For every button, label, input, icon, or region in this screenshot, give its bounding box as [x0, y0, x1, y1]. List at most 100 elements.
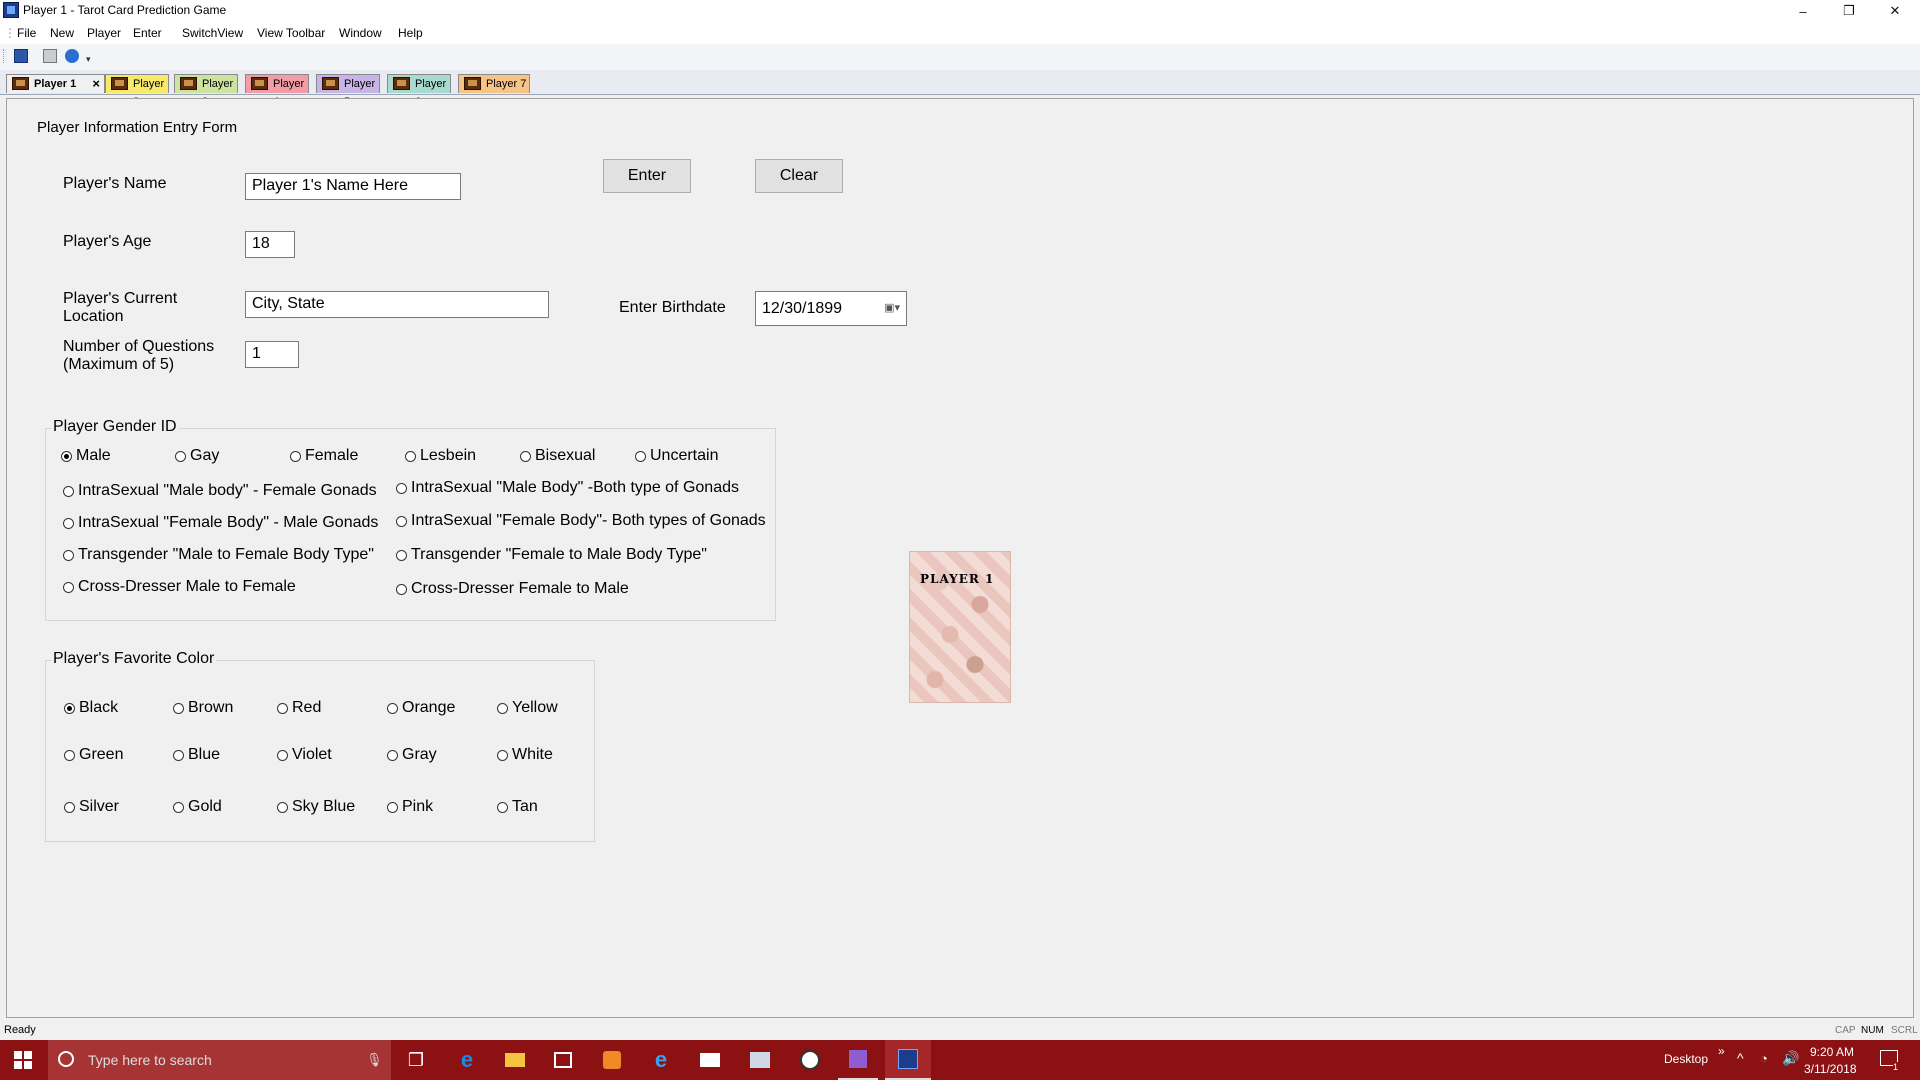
calendar-dropdown-icon[interactable]: ▣▾	[884, 301, 900, 314]
color-orange-radio[interactable]: Orange	[387, 699, 455, 717]
age-field[interactable]: 18	[245, 231, 295, 258]
player-tab-icon	[322, 77, 339, 90]
tab-player-5[interactable]: Player 5	[316, 74, 380, 108]
color-blue-radio[interactable]: Blue	[173, 746, 220, 764]
color-brown-radio[interactable]: Brown	[173, 699, 233, 717]
minimize-button[interactable]: –	[1780, 0, 1826, 22]
player-tab-icon	[111, 77, 128, 90]
print-icon[interactable]	[43, 49, 57, 63]
form-panel: Player Information Entry Form Player's N…	[6, 98, 1914, 1018]
window-title: Player 1 - Tarot Card Prediction Game	[23, 3, 227, 17]
tab-close-icon[interactable]: ×	[92, 75, 100, 93]
menu-file[interactable]: File	[17, 26, 36, 40]
form-title: Player Information Entry Form	[37, 119, 238, 136]
restore-button[interactable]: ❐	[1826, 0, 1872, 22]
remote-desktop-icon[interactable]	[740, 1040, 780, 1080]
menu-player[interactable]: Player	[87, 26, 121, 40]
questions-field[interactable]: 1	[245, 341, 299, 368]
gender-gay-radio[interactable]: Gay	[175, 447, 219, 465]
menu-switchview[interactable]: SwitchView	[182, 26, 243, 40]
edge-icon[interactable]: e	[447, 1040, 487, 1080]
visual-studio-icon[interactable]	[838, 1040, 878, 1080]
media-app-icon[interactable]	[592, 1040, 632, 1080]
tab-player-2[interactable]: Player 2	[105, 74, 169, 108]
radio-label: Green	[79, 746, 124, 763]
gender-intrasexual-male-body-both-radio[interactable]: IntraSexual "Male Body" -Both type of Go…	[396, 479, 739, 497]
internet-explorer-icon[interactable]: e	[641, 1040, 681, 1080]
clear-button[interactable]: Clear	[755, 159, 843, 193]
menu-enter[interactable]: Enter	[133, 26, 162, 40]
color-gold-radio[interactable]: Gold	[173, 798, 222, 816]
clock-date[interactable]: 3/11/2018	[1804, 1062, 1857, 1076]
radio-indicator	[497, 749, 508, 761]
color-white-radio[interactable]: White	[497, 746, 553, 764]
radio-indicator	[520, 450, 531, 462]
status-bar: Ready CAP NUM SCRL	[0, 1020, 1920, 1040]
color-violet-radio[interactable]: Violet	[277, 746, 332, 764]
gender-intrasexual-female-body-male-gonads-radio[interactable]: IntraSexual "Female Body" - Male Gonads	[63, 514, 378, 532]
gender-intrasexual-male-body-female-gonads-radio[interactable]: IntraSexual "Male body" - Female Gonads	[63, 482, 377, 500]
volume-icon[interactable]: 🔊	[1782, 1050, 1799, 1067]
menu-grip: ⋮	[4, 26, 16, 40]
gender-transgender-mtf-radio[interactable]: Transgender "Male to Female Body Type"	[63, 546, 374, 564]
gender-lesbein-radio[interactable]: Lesbein	[405, 447, 476, 465]
gender-male-radio[interactable]: Male	[61, 447, 111, 465]
dropdown-icon[interactable]: ▾	[86, 54, 94, 68]
gender-transgender-ftm-radio[interactable]: Transgender "Female to Male Body Type"	[396, 546, 707, 564]
show-hidden-icons-icon[interactable]: ^	[1737, 1050, 1744, 1066]
gender-female-radio[interactable]: Female	[290, 447, 358, 465]
gender-bisexual-radio[interactable]: Bisexual	[520, 447, 595, 465]
radio-indicator	[64, 801, 75, 813]
gender-intrasexual-female-body-both-radio[interactable]: IntraSexual "Female Body"- Both types of…	[396, 512, 766, 530]
tab-player-7[interactable]: Player 7	[458, 74, 530, 93]
tarot-app-icon[interactable]	[885, 1040, 931, 1080]
close-button[interactable]: ✕	[1872, 0, 1918, 22]
enter-button[interactable]: Enter	[603, 159, 691, 193]
windows-icon	[14, 1051, 32, 1069]
color-pink-radio[interactable]: Pink	[387, 798, 433, 816]
color-sky-blue-radio[interactable]: Sky Blue	[277, 798, 355, 816]
menu-view-toolbar[interactable]: View Toolbar	[257, 26, 325, 40]
gender-uncertain-radio[interactable]: Uncertain	[635, 447, 718, 465]
tab-player-4[interactable]: Player 4	[245, 74, 309, 108]
color-green-radio[interactable]: Green	[64, 746, 123, 764]
location-field[interactable]: City, State	[245, 291, 549, 318]
mail-icon[interactable]	[690, 1040, 730, 1080]
color-silver-radio[interactable]: Silver	[64, 798, 119, 816]
save-icon[interactable]	[14, 49, 28, 63]
help-icon[interactable]	[65, 49, 79, 63]
clock-time[interactable]: 9:20 AM	[1810, 1045, 1854, 1059]
color-black-radio[interactable]: Black	[64, 699, 118, 717]
network-icon[interactable]: ◔	[1760, 1051, 1768, 1066]
radio-label: Gay	[190, 447, 220, 464]
menu-window[interactable]: Window	[339, 26, 382, 40]
tab-player-6[interactable]: Player 6	[387, 74, 451, 108]
radio-indicator	[635, 450, 646, 462]
start-button[interactable]	[0, 1040, 46, 1080]
color-tan-radio[interactable]: Tan	[497, 798, 538, 816]
search-box[interactable]: Type here to search 🎙	[48, 1040, 391, 1080]
radio-indicator	[497, 702, 508, 714]
favorite-color-group-title: Player's Favorite Color	[51, 650, 217, 668]
menu-help[interactable]: Help	[398, 26, 423, 40]
name-field[interactable]: Player 1's Name Here	[245, 173, 461, 200]
gender-cross-dresser-mtf-radio[interactable]: Cross-Dresser Male to Female	[63, 578, 296, 596]
gender-cross-dresser-ftm-radio[interactable]: Cross-Dresser Female to Male	[396, 580, 629, 598]
tab-player-3[interactable]: Player 3	[174, 74, 238, 108]
task-view-icon[interactable]: ❐	[396, 1040, 436, 1080]
file-explorer-icon[interactable]	[495, 1040, 535, 1080]
microphone-icon[interactable]: 🎙	[366, 1052, 383, 1068]
radio-indicator	[64, 702, 75, 714]
tab-player-1[interactable]: Player 1 ×	[6, 74, 105, 93]
taskbar: Type here to search 🎙 ❐ e e Desktop » ^ …	[0, 1040, 1920, 1080]
menu-new[interactable]: New	[50, 26, 74, 40]
notification-count: 1	[1893, 1062, 1899, 1072]
clock-app-icon[interactable]	[790, 1040, 830, 1080]
color-gray-radio[interactable]: Gray	[387, 746, 437, 764]
chevron-icon[interactable]: »	[1718, 1044, 1725, 1058]
store-icon[interactable]	[543, 1040, 583, 1080]
color-red-radio[interactable]: Red	[277, 699, 321, 717]
desktop-toolbar-label[interactable]: Desktop	[1664, 1052, 1708, 1066]
birthdate-picker[interactable]: 12/30/1899 ▣▾	[755, 291, 907, 326]
color-yellow-radio[interactable]: Yellow	[497, 699, 558, 717]
